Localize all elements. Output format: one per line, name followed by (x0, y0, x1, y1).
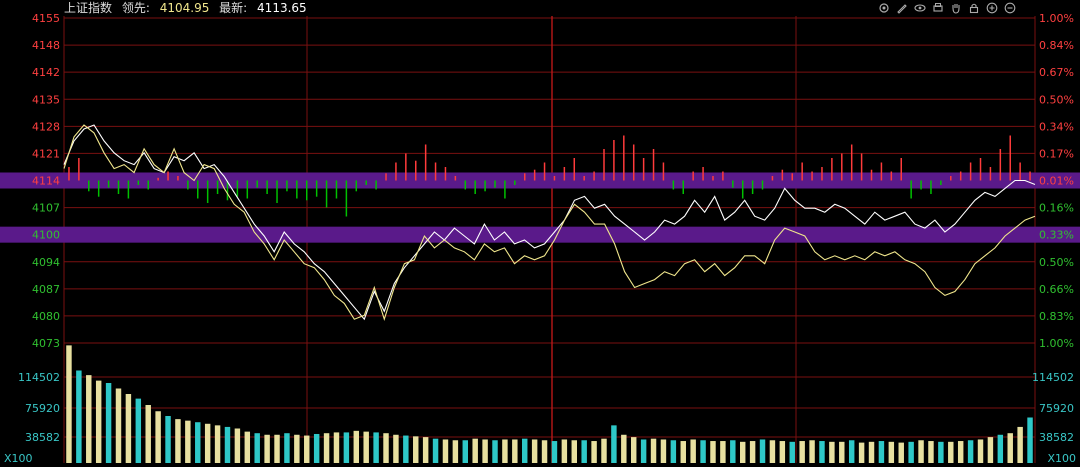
price-tick-label: 4128 (32, 120, 60, 133)
price-tick-label: 4094 (32, 256, 60, 269)
leading-value: 4104.95 (159, 1, 210, 15)
print-icon[interactable] (930, 0, 946, 16)
latest-value: 4113.65 (257, 1, 307, 15)
percent-tick-label: 1.00% (1039, 337, 1074, 350)
lead-line (63, 124, 1036, 322)
price-lines (63, 124, 1036, 322)
eye-icon[interactable] (912, 0, 928, 16)
settings-icon[interactable] (876, 0, 892, 16)
intraday-chart[interactable]: 4155 4148 4142 4135 4128 4121 4114 4107 4100 4094… (0, 0, 1080, 467)
percent-tick-label: 0.83% (1039, 310, 1074, 323)
price-tick-label: 4135 (32, 93, 60, 106)
volume-tick-label: 75920 (1039, 402, 1074, 415)
percent-tick-label: 0.84% (1039, 39, 1074, 52)
percent-tick-label: 1.00% (1039, 12, 1074, 25)
price-tick-label: 4080 (32, 310, 60, 323)
percent-tick-label: 0.01% (1039, 175, 1074, 188)
percent-tick-label: 0.16% (1039, 202, 1074, 215)
price-tick-label: 4073 (32, 337, 60, 350)
price-tick-label: 4087 (32, 283, 60, 296)
price-line (63, 124, 1036, 321)
zoom-out-icon[interactable] (1002, 0, 1018, 16)
percent-tick-label: 0.66% (1039, 283, 1074, 296)
price-tick-label: 4114 (32, 175, 60, 188)
volume-bars (66, 345, 1033, 463)
leading-label: 领先: (121, 1, 150, 15)
percent-tick-label: 0.17% (1039, 147, 1074, 160)
volume-tick-label: 75920 (25, 402, 60, 415)
highlight-band (0, 226, 1080, 243)
price-tick-label: 4107 (32, 202, 60, 215)
price-tick-label: 4148 (32, 39, 60, 52)
index-name: 上证指数 (64, 1, 113, 15)
volume-unit-label: X100 (1047, 452, 1076, 465)
percent-tick-label: 0.50% (1039, 256, 1074, 269)
volume-tick-label: 114502 (18, 371, 60, 384)
percent-tick-label: 0.67% (1039, 66, 1074, 79)
hand-icon[interactable] (948, 0, 964, 16)
percent-tick-label: 0.34% (1039, 120, 1074, 133)
price-tick-label: 4121 (32, 147, 60, 160)
latest-label: 最新: (219, 1, 248, 15)
volume-tick-label: 38582 (1039, 431, 1074, 444)
highlight-band (0, 172, 1080, 189)
chart-toolbar (876, 0, 1018, 16)
draw-pen-icon[interactable] (894, 0, 910, 16)
lock-icon[interactable] (966, 0, 982, 16)
chart-header: 上证指数 领先: 4104.95 最新: 4113.65 (64, 0, 313, 16)
price-tick-label: 4142 (32, 66, 60, 79)
percent-tick-label: 0.33% (1039, 229, 1074, 242)
volume-tick-label: 38582 (25, 431, 60, 444)
price-tick-label: 4155 (32, 12, 60, 25)
volume-tick-label: 114502 (1032, 371, 1074, 384)
percent-tick-label: 0.50% (1039, 93, 1074, 106)
volume-unit-label: X100 (4, 452, 33, 465)
price-tick-label: 4100 (32, 229, 60, 242)
zoom-in-icon[interactable] (984, 0, 1000, 16)
